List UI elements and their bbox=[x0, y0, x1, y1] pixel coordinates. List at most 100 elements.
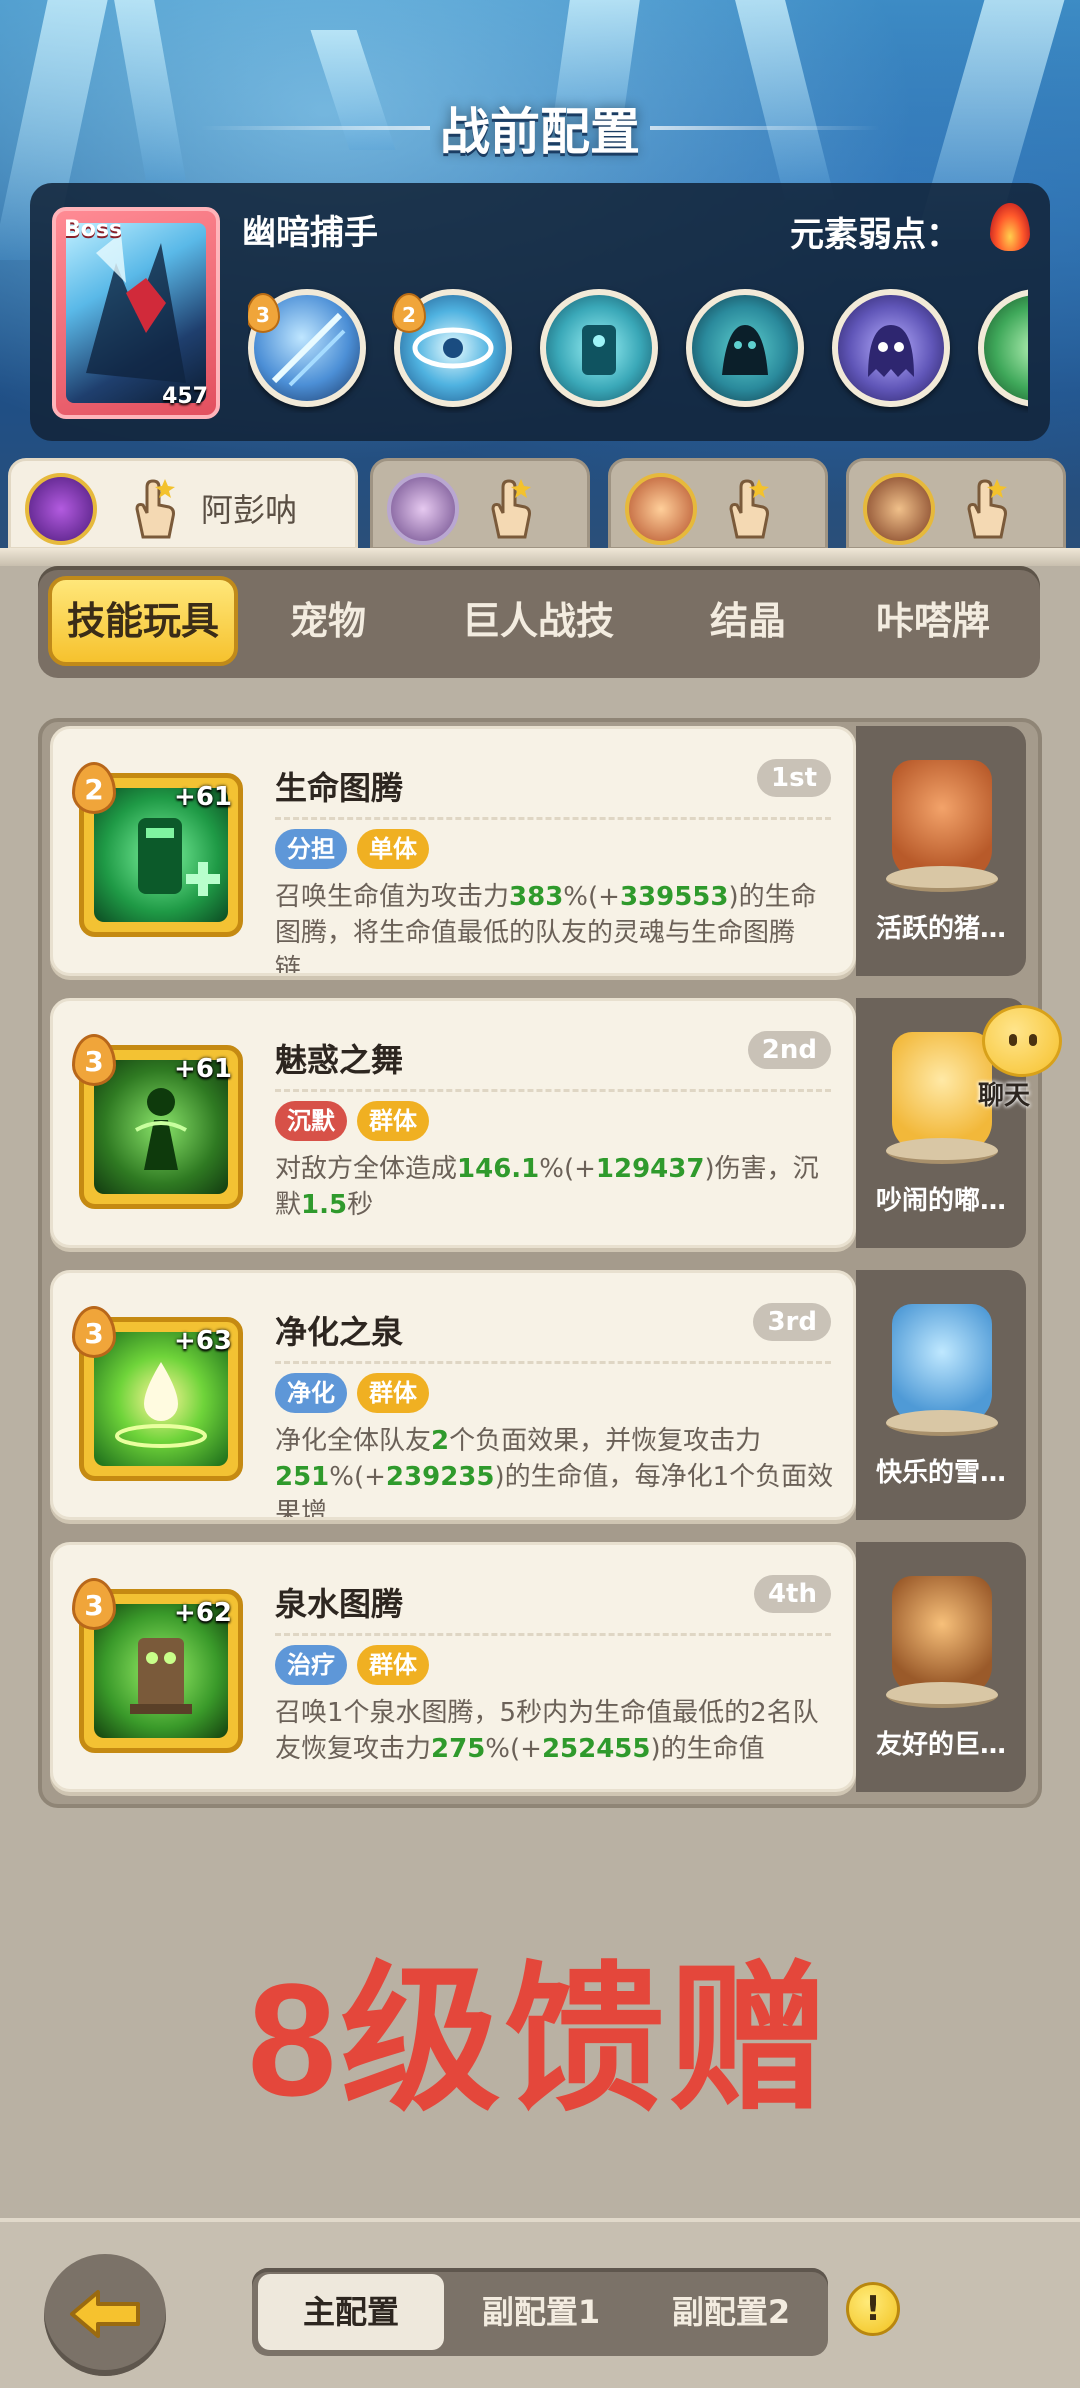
hero-name: 阿彭呐 bbox=[201, 491, 298, 529]
promo-text: 8级馈赠 bbox=[247, 1950, 833, 2129]
ghost-icon[interactable] bbox=[832, 289, 950, 407]
skill-icon-frame: 3 +61 bbox=[72, 1034, 243, 1209]
fire-element-icon bbox=[990, 203, 1030, 251]
pet-pedestal bbox=[886, 1682, 998, 1708]
skill-description: 召唤1个泉水图腾，5秒内为生命值最低的2名队友恢复攻击力275%(+252455… bbox=[275, 1698, 819, 1764]
pet-pedestal bbox=[886, 1138, 998, 1164]
skill-name: 魅惑之舞 bbox=[275, 1041, 404, 1079]
smiley-icon bbox=[982, 1005, 1062, 1077]
back-arrow-icon bbox=[70, 2290, 140, 2338]
skill-level-badge: 3 bbox=[72, 1034, 116, 1086]
skill-tag: 沉默 bbox=[275, 1101, 347, 1141]
panel-rim bbox=[0, 548, 1080, 566]
boss-skill-list: 3 2 bbox=[248, 283, 1028, 413]
tap-hand-icon bbox=[135, 479, 175, 539]
hero-avatar bbox=[25, 473, 97, 545]
tap-hand-icon bbox=[491, 479, 531, 539]
shadow-beast-icon[interactable] bbox=[686, 289, 804, 407]
divider bbox=[275, 1089, 831, 1092]
hero-avatar bbox=[625, 473, 697, 545]
help-button[interactable]: ! bbox=[846, 2282, 900, 2336]
skill-level-badge: 3 bbox=[72, 1578, 116, 1630]
skill-icon-frame: 3 +63 bbox=[72, 1306, 243, 1481]
tab-click-cards[interactable]: 咔嗒牌 bbox=[838, 576, 1028, 666]
tab-sub-config-1[interactable]: 副配置1 bbox=[448, 2274, 634, 2350]
tab-pets[interactable]: 宠物 bbox=[248, 576, 408, 666]
skill-card[interactable]: 3 +63 净化之泉 3rd 净化 群体 净化全体队友2个负面效果，并恢复攻击力… bbox=[50, 1270, 856, 1520]
skill-level-badge: 2 bbox=[392, 293, 426, 333]
hero-tab-4[interactable] bbox=[846, 458, 1066, 550]
battle-scene-background: 战前配置 Boss 457 幽暗捕手 元素弱点： 3 2 阿彭呐 bbox=[0, 0, 1080, 560]
tap-hand-icon bbox=[729, 479, 769, 539]
config-switcher: 主配置 副配置1 副配置2 bbox=[252, 2268, 828, 2356]
category-tabs: 技能玩具 宠物 巨人战技 结晶 咔嗒牌 bbox=[38, 566, 1040, 678]
ice-totem-icon[interactable] bbox=[540, 289, 658, 407]
hero-avatar bbox=[863, 473, 935, 545]
pet-slot[interactable]: 友好的巨… bbox=[856, 1542, 1026, 1792]
pet-boar-art bbox=[892, 760, 992, 880]
skill-card[interactable]: 3 +62 泉水图腾 4th 治疗 群体 召唤1个泉水图腾，5秒内为生命值最低的… bbox=[50, 1542, 856, 1792]
skill-bonus: +63 bbox=[174, 1326, 232, 1356]
back-button[interactable] bbox=[44, 2254, 166, 2376]
pet-slot[interactable]: 快乐的雪… bbox=[856, 1270, 1026, 1520]
skill-description: 召唤生命值为攻击力383%(+339553)的生命图腾，将生命值最低的队友的灵魂… bbox=[275, 882, 817, 973]
skill-description: 对敌方全体造成146.1%(+129437)伤害，沉默1.5秒 bbox=[275, 1154, 819, 1220]
pet-giant-art bbox=[892, 1576, 992, 1696]
tap-hand-icon bbox=[967, 479, 1007, 539]
skill-tag: 治疗 bbox=[275, 1645, 347, 1685]
pet-pedestal bbox=[886, 866, 998, 892]
pet-name: 快乐的雪… bbox=[875, 1458, 1006, 1488]
divider bbox=[275, 817, 831, 820]
skill-tag: 群体 bbox=[357, 1645, 429, 1685]
tab-sub-config-2[interactable]: 副配置2 bbox=[638, 2274, 824, 2350]
partial-skill-icon[interactable] bbox=[978, 289, 1028, 407]
skill-tag: 净化 bbox=[275, 1373, 347, 1413]
page-title: 战前配置 bbox=[440, 103, 640, 161]
skill-tag: 单体 bbox=[357, 829, 429, 869]
skill-bonus: +61 bbox=[174, 1054, 232, 1084]
boss-tag: Boss bbox=[64, 217, 123, 242]
skill-card[interactable]: 3 +61 魅惑之舞 2nd 沉默 群体 对敌方全体造成146.1%(+1294… bbox=[50, 998, 856, 1248]
pet-slot[interactable]: 活跃的猪… bbox=[856, 726, 1026, 976]
element-weakness-label: 元素弱点： bbox=[790, 215, 960, 255]
skill-level-badge: 2 bbox=[72, 762, 116, 814]
skill-order-badge: 3rd bbox=[753, 1303, 831, 1341]
chat-label: 聊天 bbox=[978, 1081, 1031, 1111]
tab-crystals[interactable]: 结晶 bbox=[668, 576, 828, 666]
hero-tab-2[interactable] bbox=[370, 458, 590, 550]
pet-name: 活跃的猪… bbox=[875, 914, 1006, 944]
skill-name: 净化之泉 bbox=[275, 1313, 404, 1351]
skill-level-badge: 3 bbox=[72, 1306, 116, 1358]
pet-pedestal bbox=[886, 1410, 998, 1436]
skill-description: 净化全体队友2个负面效果，并恢复攻击力251%(+239235)的生命值，每净化… bbox=[275, 1426, 834, 1517]
divider bbox=[275, 1361, 831, 1364]
tab-skill-toys[interactable]: 技能玩具 bbox=[48, 576, 238, 666]
skill-bonus: +62 bbox=[174, 1598, 232, 1628]
pet-name: 友好的巨… bbox=[875, 1730, 1006, 1760]
ice-spear-icon[interactable]: 3 bbox=[248, 289, 366, 407]
skill-card[interactable]: 2 +61 生命图腾 1st 分担 单体 召唤生命值为攻击力383%(+3395… bbox=[50, 726, 856, 976]
skill-bonus: +61 bbox=[174, 782, 232, 812]
tab-giant-skills[interactable]: 巨人战技 bbox=[418, 576, 658, 666]
skill-icon-frame: 2 +61 bbox=[72, 762, 243, 937]
boss-level: 457 bbox=[162, 384, 208, 409]
pet-name: 吵闹的嘟… bbox=[875, 1186, 1006, 1216]
skill-icon-frame: 3 +62 bbox=[72, 1578, 243, 1753]
hero-tab-1[interactable]: 阿彭呐 bbox=[8, 458, 358, 550]
boss-art bbox=[66, 223, 206, 403]
eye-vortex-icon[interactable]: 2 bbox=[392, 289, 512, 407]
boss-portrait[interactable]: Boss 457 bbox=[52, 207, 220, 419]
skill-tag: 分担 bbox=[275, 829, 347, 869]
hero-avatar bbox=[387, 473, 459, 545]
boss-name: 幽暗捕手 bbox=[242, 213, 378, 253]
skill-tag: 群体 bbox=[357, 1373, 429, 1413]
chat-button[interactable]: 聊天 bbox=[968, 1005, 1074, 1115]
hero-tab-3[interactable] bbox=[608, 458, 828, 550]
tab-main-config[interactable]: 主配置 bbox=[258, 2274, 444, 2350]
skill-name: 生命图腾 bbox=[275, 769, 404, 807]
skill-order-badge: 2nd bbox=[747, 1031, 831, 1069]
bottom-bar: 主配置 副配置1 副配置2 ! bbox=[0, 2218, 1080, 2388]
pet-snow-art bbox=[892, 1304, 992, 1424]
skill-name: 泉水图腾 bbox=[275, 1585, 404, 1623]
divider bbox=[275, 1633, 831, 1636]
